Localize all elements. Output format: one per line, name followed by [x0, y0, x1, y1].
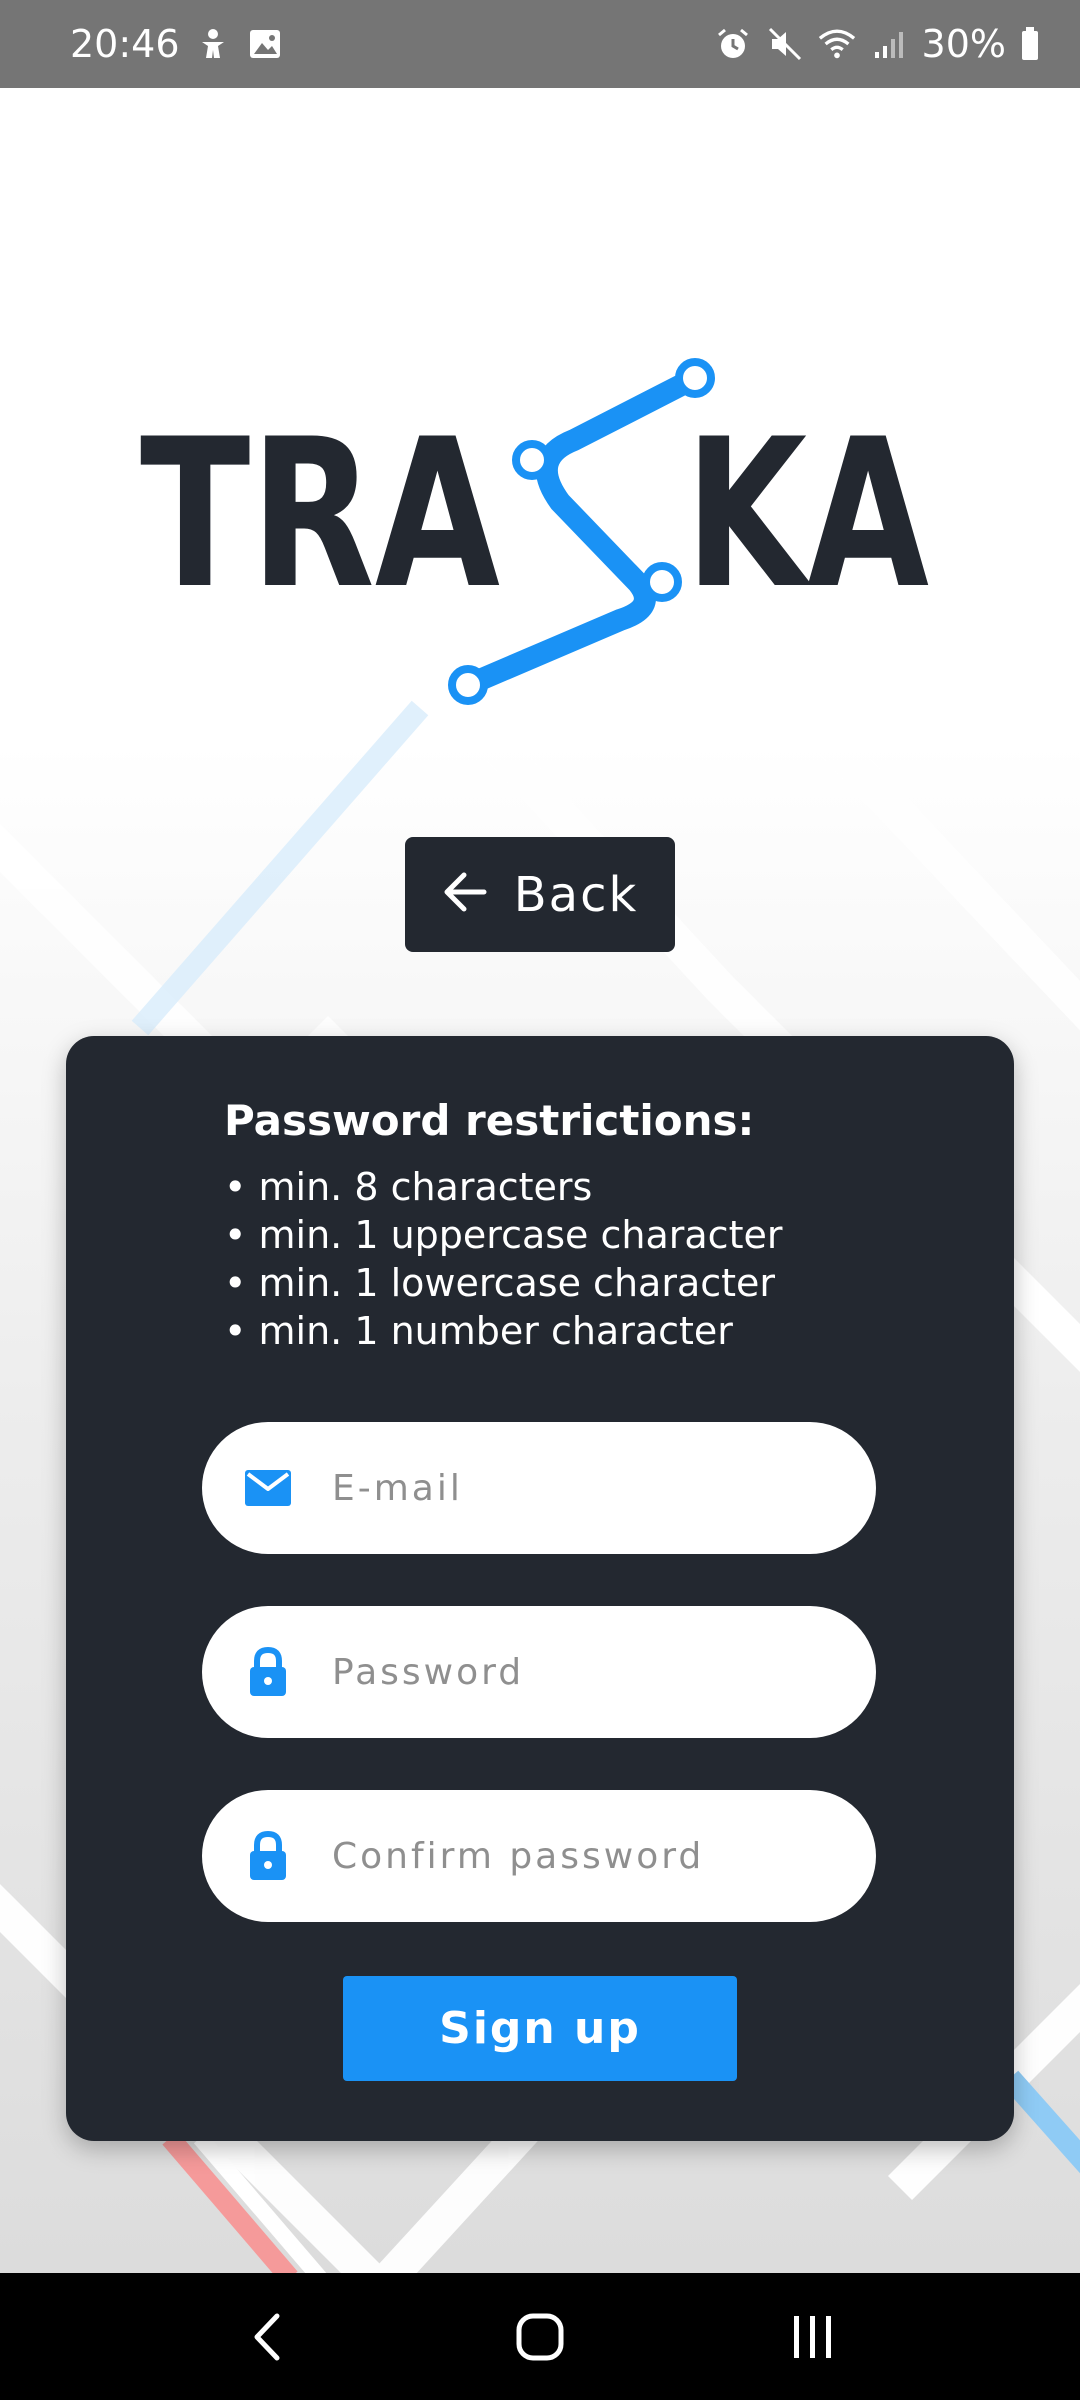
confirm-password-input[interactable] [332, 1835, 852, 1877]
status-time: 20:46 [70, 22, 180, 66]
signal-icon [870, 25, 908, 63]
signup-button[interactable]: Sign up [343, 1976, 737, 2081]
image-icon [246, 25, 284, 63]
recents-nav-icon[interactable] [763, 2287, 863, 2387]
navigation-bar [0, 2273, 1080, 2400]
battery-icon [1020, 25, 1040, 63]
restrictions-title: Password restrictions: [224, 1096, 755, 1145]
traska-logo: TRA KA [140, 340, 960, 720]
restriction-item: min. 1 lowercase character [224, 1259, 782, 1307]
email-input[interactable] [332, 1467, 852, 1509]
status-left: 20:46 [70, 22, 284, 66]
confirm-password-field-container[interactable] [202, 1790, 876, 1922]
battery-percent: 30% [921, 22, 1006, 66]
home-nav-icon[interactable] [490, 2287, 590, 2387]
wifi-icon [818, 25, 856, 63]
alarm-icon [714, 25, 752, 63]
back-button[interactable]: Back [405, 837, 675, 952]
restrictions-list: min. 8 characters min. 1 uppercase chara… [224, 1163, 783, 1355]
back-button-label: Back [513, 866, 639, 923]
arrow-left-icon [442, 869, 488, 920]
logo-text-right: KA [685, 396, 929, 634]
password-field-container[interactable] [202, 1606, 876, 1738]
restriction-item: min. 1 uppercase character [224, 1211, 783, 1259]
restriction-item: min. 1 number character [224, 1307, 782, 1355]
status-right: 30% [714, 22, 1040, 66]
restriction-item: min. 8 characters [224, 1163, 782, 1211]
email-field-container[interactable] [202, 1422, 876, 1554]
mail-icon [238, 1458, 298, 1518]
lock-icon [238, 1826, 298, 1886]
logo-text-left: TRA [140, 396, 500, 634]
accessibility-icon [194, 25, 232, 63]
signup-card: Password restrictions: min. 8 characters… [66, 1036, 1014, 2141]
status-bar: 20:46 30% [0, 0, 1080, 88]
back-nav-icon[interactable] [217, 2287, 317, 2387]
password-input[interactable] [332, 1651, 852, 1693]
password-restrictions: Password restrictions: min. 8 characters… [224, 1096, 782, 1355]
mute-icon [766, 25, 804, 63]
lock-icon [238, 1642, 298, 1702]
